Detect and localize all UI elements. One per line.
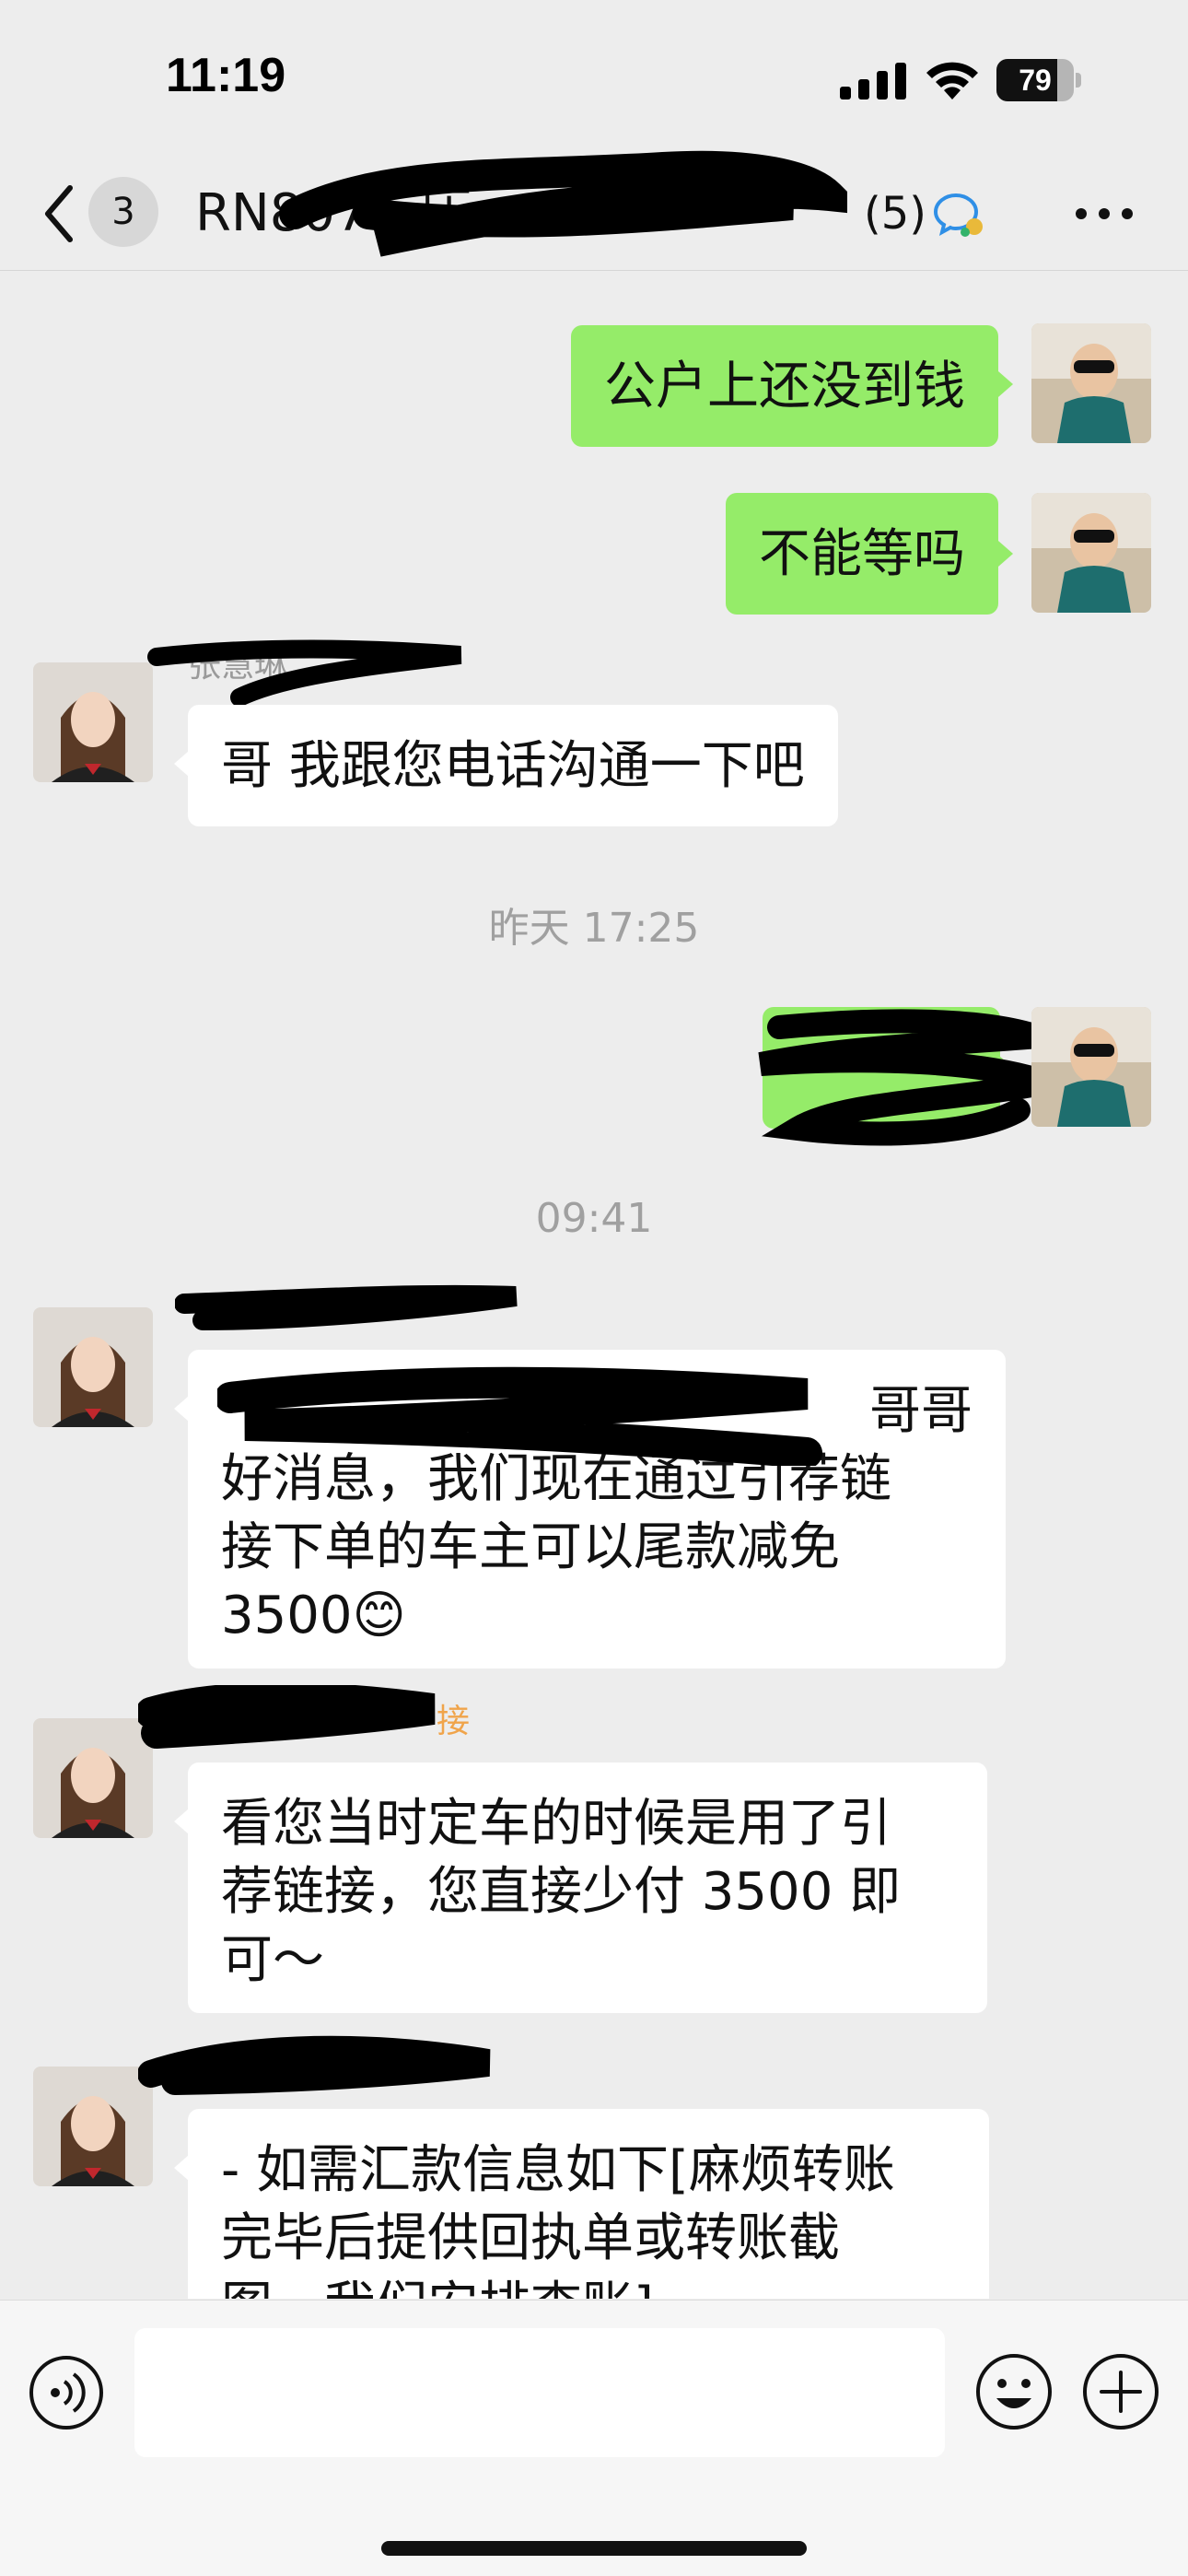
chat-header: 3 RN807…压… (5) bbox=[0, 150, 1188, 271]
signal-icon bbox=[840, 63, 906, 100]
message-bubble-outgoing[interactable]: 公户上还没到钱 bbox=[571, 325, 998, 447]
avatar-contact[interactable] bbox=[33, 1307, 153, 1427]
more-icon[interactable] bbox=[1072, 205, 1136, 223]
emoji-icon[interactable] bbox=[974, 2352, 1054, 2431]
battery-percent: 79 bbox=[1019, 64, 1052, 97]
timestamp: 09:41 bbox=[535, 1195, 653, 1242]
avatar-contact[interactable] bbox=[33, 1718, 153, 1838]
redaction-scribble bbox=[138, 2035, 491, 2095]
battery-icon: 79 bbox=[996, 59, 1081, 101]
message-bubble-outgoing[interactable]: 不能等吗 bbox=[726, 493, 998, 615]
status-time: 11:19 bbox=[166, 49, 286, 102]
message-line: - 如需汇款信息如下[麻烦转账 bbox=[221, 2140, 895, 2200]
message-line: 看您当时定车的时候是用了引 bbox=[221, 1794, 891, 1854]
message-line: 可～ bbox=[221, 1930, 324, 1990]
wifi-icon bbox=[926, 62, 978, 100]
message-line: 荐链接，您直接少付 3500 即 bbox=[221, 1862, 902, 1922]
group-chat-icon[interactable] bbox=[932, 190, 984, 238]
avatar-contact[interactable] bbox=[33, 2067, 153, 2186]
unread-count-badge[interactable]: 3 bbox=[88, 177, 158, 247]
message-text: 公户上还没到钱 bbox=[604, 357, 965, 416]
redaction-scribble bbox=[175, 1284, 518, 1330]
status-bar: 11:19 79 bbox=[0, 0, 1188, 157]
plus-icon[interactable] bbox=[1081, 2352, 1160, 2431]
message-input[interactable] bbox=[134, 2328, 945, 2457]
message-text: 不能等吗 bbox=[759, 524, 965, 584]
redaction-scribble bbox=[217, 1366, 822, 1466]
message-list[interactable]: 公户上还没到钱 不能等吗 张慧琳 哥 我跟您电话沟通一下吧 昨天 17:25 0… bbox=[0, 272, 1188, 2299]
chat-input-bar bbox=[0, 2300, 1188, 2576]
avatar-contact[interactable] bbox=[33, 662, 153, 782]
member-count: (5) bbox=[864, 188, 926, 240]
message-text: 哥 我跟您电话沟通一下吧 bbox=[221, 736, 805, 796]
voice-icon[interactable] bbox=[28, 2354, 105, 2431]
message-line: 完毕后提供回执单或转账截 bbox=[221, 2208, 840, 2268]
message-bubble-incoming[interactable]: - 如需汇款信息如下[麻烦转账 完毕后提供回执单或转账截 图，我们安排查账] bbox=[188, 2109, 989, 2299]
message-bubble-incoming[interactable]: 看您当时定车的时候是用了引 荐链接，您直接少付 3500 即 可～ bbox=[188, 1762, 987, 2013]
message-line: 图，我们安排查账] bbox=[221, 2273, 956, 2299]
redaction-scribble bbox=[138, 1685, 436, 1749]
redaction-scribble bbox=[279, 150, 847, 257]
message-line: 接下单的车主可以尾款减免 bbox=[221, 1517, 840, 1577]
message-bubble-incoming[interactable]: 哥 我跟您电话沟通一下吧 bbox=[188, 705, 838, 826]
avatar-self[interactable] bbox=[1031, 493, 1151, 613]
avatar-self[interactable] bbox=[1031, 323, 1151, 443]
back-chevron-icon[interactable] bbox=[41, 182, 77, 245]
redaction-scribble bbox=[758, 1009, 1055, 1146]
avatar-self[interactable] bbox=[1031, 1007, 1151, 1127]
home-indicator[interactable] bbox=[381, 2541, 807, 2556]
redaction-scribble bbox=[147, 639, 462, 707]
timestamp: 昨天 17:25 bbox=[488, 905, 700, 952]
message-line: 3500😊 bbox=[221, 1586, 406, 1645]
